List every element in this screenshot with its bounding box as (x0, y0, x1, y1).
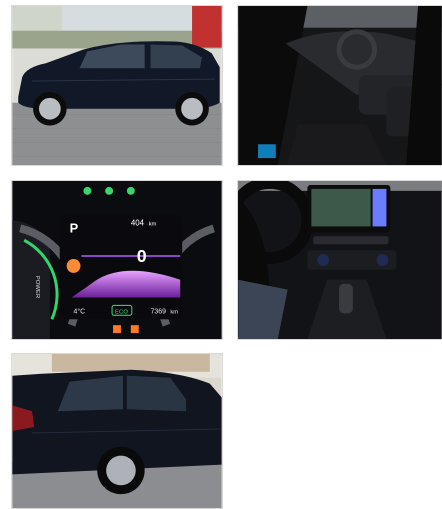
center-console-photo (238, 181, 442, 339)
instrument-cluster-photo: P 404 km 0 4°C ECO 7369 km POWER (12, 181, 222, 339)
interior-door-photo (238, 6, 442, 165)
warning-icon (113, 325, 121, 334)
indicator-icon (105, 186, 114, 195)
outside-temp: 4°C (74, 307, 86, 315)
car-rear-photo (12, 354, 222, 508)
fog-light-icon (126, 186, 135, 195)
photo-tile-car-rear[interactable] (11, 353, 223, 509)
range-unit: km (149, 221, 157, 227)
power-gauge-label: POWER (34, 276, 40, 298)
odometer-readout: 7369 (151, 308, 167, 315)
photo-tile-center-console[interactable] (237, 180, 442, 340)
drive-mode-badge: ECO (115, 309, 128, 315)
range-readout: 404 (131, 218, 145, 227)
car-side-photo (12, 6, 222, 165)
speed-readout: 0 (137, 246, 147, 266)
photo-tile-interior-door[interactable] (237, 5, 442, 166)
photo-tile-car-side[interactable] (11, 5, 223, 166)
seatbelt-icon (130, 325, 139, 334)
odometer-unit: km (170, 309, 178, 315)
gear-indicator: P (70, 220, 79, 235)
low-beam-icon (83, 186, 92, 195)
photo-tile-instrument-cluster[interactable]: P 404 km 0 4°C ECO 7369 km POWER (11, 180, 223, 340)
